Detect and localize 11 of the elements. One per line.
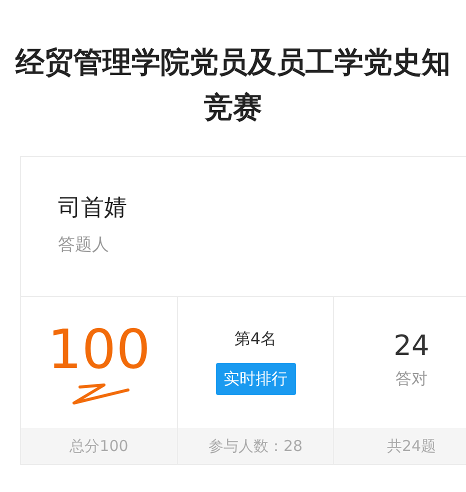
respondent-label: 答题人	[58, 234, 110, 257]
rank-text: 第4名	[234, 328, 277, 350]
stat-footer: 参与人数：28	[178, 428, 333, 464]
score-value: 100	[47, 320, 151, 378]
correct-label: 答对	[396, 368, 428, 390]
page-title: 经贸管理学院党员及员工学党史知竞赛	[14, 44, 452, 126]
correct-count: 24	[394, 328, 430, 362]
live-ranking-button[interactable]: 实时排行	[216, 362, 296, 394]
stat-footer: 共24题	[334, 428, 466, 464]
stat-footer: 总分100	[21, 428, 177, 464]
respondent-name: 司首婧	[58, 194, 128, 223]
